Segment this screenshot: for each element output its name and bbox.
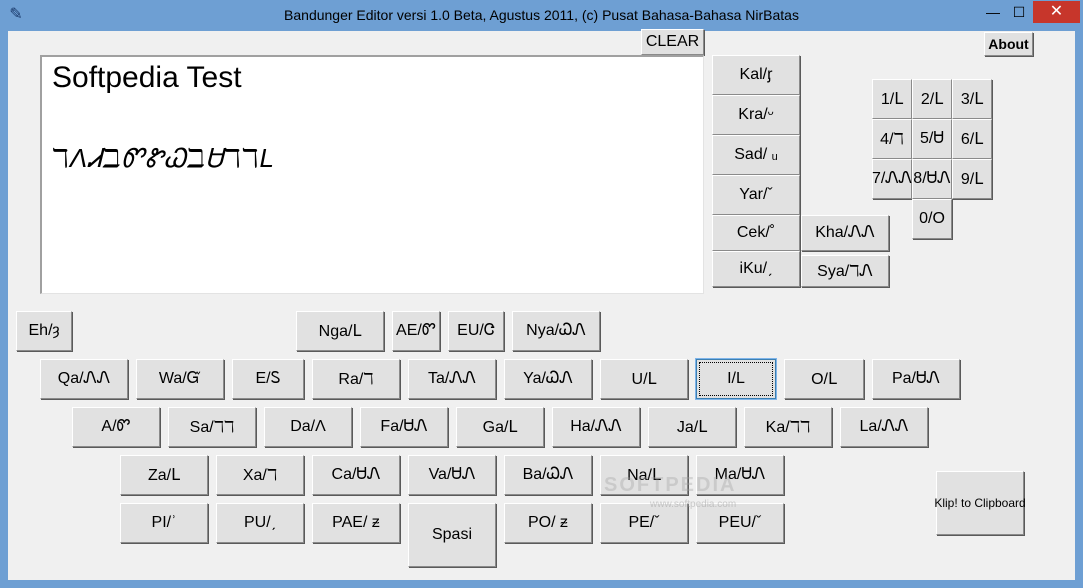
key-ka[interactable]: Ka/ℸℸ (744, 407, 832, 447)
key-eu[interactable]: EU/Ꮳ (448, 311, 504, 351)
key-sa[interactable]: Sa/ℸℸ (168, 407, 256, 447)
key-num-6[interactable]: 6/ᒪ (952, 119, 992, 159)
key-num-7[interactable]: 7/ᏁᏁ (872, 159, 912, 199)
minimize-button[interactable]: — (980, 1, 1006, 23)
key-e[interactable]: E/Ꮪ (232, 359, 304, 399)
key-kha[interactable]: Kha/ᏁᏁ (801, 215, 889, 251)
key-pa[interactable]: Pa/ᏌᏁ (872, 359, 960, 399)
key-num-0[interactable]: 0/O (912, 199, 952, 239)
key-qa[interactable]: Qa/ᏁᏁ (40, 359, 128, 399)
key-ba[interactable]: Ba/ᏇᏁ (504, 455, 592, 495)
text-editor[interactable]: Softpedia Test ℸɅᏗℶᏛᏑᏇℶᏌℸℸL (40, 55, 704, 294)
key-ae[interactable]: AE/Ꮫ (392, 311, 440, 351)
clipboard-button[interactable]: Klip! to Clipboard (934, 471, 1026, 535)
key-u[interactable]: U/ᒪ (600, 359, 688, 399)
key-ga[interactable]: Ga/ᒪ (456, 407, 544, 447)
window-title: Bandunger Editor versi 1.0 Beta, Agustus… (284, 7, 799, 23)
key-num-5[interactable]: 5/Ꮜ (912, 119, 952, 159)
key-cek[interactable]: Cek/˚ (712, 215, 800, 251)
key-po[interactable]: PO/ ᵶ (504, 503, 592, 543)
key-xa[interactable]: Xa/ℸ (216, 455, 304, 495)
key-i[interactable]: I/L (696, 359, 776, 399)
client-area: CLEAR About Softpedia Test ℸɅᏗℶᏛᏑᏇℶᏌℸℸL … (8, 29, 1075, 580)
key-sad[interactable]: Sad/ ᵤ (712, 135, 800, 175)
key-num-1[interactable]: 1/ᒪ (872, 79, 912, 119)
key-kra[interactable]: Kra/ᵕ (712, 95, 800, 135)
key-num-3[interactable]: 3/ᒪ (952, 79, 992, 119)
key-a[interactable]: A/Ꮫ (72, 407, 160, 447)
key-va[interactable]: Va/ᏌᏁ (408, 455, 496, 495)
key-yar[interactable]: Yar/ˇ (712, 175, 800, 215)
key-ja[interactable]: Ja/ᒪ (648, 407, 736, 447)
key-ta[interactable]: Ta/ᏁᏁ (408, 359, 496, 399)
editor-text-latin: Softpedia Test (52, 61, 242, 94)
key-wa[interactable]: Wa/Ᏻ (136, 359, 224, 399)
space-button[interactable]: Spasi (408, 503, 496, 567)
clear-button[interactable]: CLEAR (641, 29, 704, 55)
key-num-2[interactable]: 2/ᒪ (912, 79, 952, 119)
key-num-8[interactable]: 8/ᏌᏁ (912, 159, 952, 199)
key-sya[interactable]: Sya/ℸᏁ (801, 255, 889, 287)
key-iku[interactable]: iKu/ˏ (712, 251, 800, 287)
key-pu[interactable]: PU/ˏ (216, 503, 304, 543)
key-o[interactable]: O/ᒪ (784, 359, 864, 399)
key-num-9[interactable]: 9/ᒪ (952, 159, 992, 199)
key-nga[interactable]: Nga/ᒪ (296, 311, 384, 351)
key-ha[interactable]: Ha/ᏁᏁ (552, 407, 640, 447)
key-num-4[interactable]: 4/ℸ (872, 119, 912, 159)
key-za[interactable]: Za/ᒪ (120, 455, 208, 495)
key-pae[interactable]: PAE/ ᵶ (312, 503, 400, 543)
about-button[interactable]: About (984, 32, 1033, 56)
editor-text-script: ℸɅᏗℶᏛᏑᏇℶᏌℸℸL (52, 143, 275, 173)
key-fa[interactable]: Fa/ᏌᏁ (360, 407, 448, 447)
key-ca[interactable]: Ca/ᏌᏁ (312, 455, 400, 495)
watermark-url: www.softpedia.com (650, 499, 737, 510)
title-bar: ✎ Bandunger Editor versi 1.0 Beta, Agust… (0, 0, 1083, 31)
key-pi[interactable]: PI/ʾ (120, 503, 208, 543)
app-window: ✎ Bandunger Editor versi 1.0 Beta, Agust… (0, 0, 1083, 588)
close-button[interactable]: ✕ (1033, 1, 1080, 23)
key-da[interactable]: Da/Ʌ (264, 407, 352, 447)
watermark: SOFTPEDIA (604, 474, 737, 496)
key-ya[interactable]: Ya/ᏇᏁ (504, 359, 592, 399)
key-ra[interactable]: Ra/ℸ (312, 359, 400, 399)
key-la[interactable]: La/ᏁᏁ (840, 407, 928, 447)
key-eh[interactable]: Eh/ȝ (16, 311, 72, 351)
key-nya[interactable]: Nya/ᏇᏁ (512, 311, 600, 351)
key-kal[interactable]: Kal/ᶉ (712, 55, 800, 95)
maximize-button[interactable]: ☐ (1006, 1, 1032, 23)
